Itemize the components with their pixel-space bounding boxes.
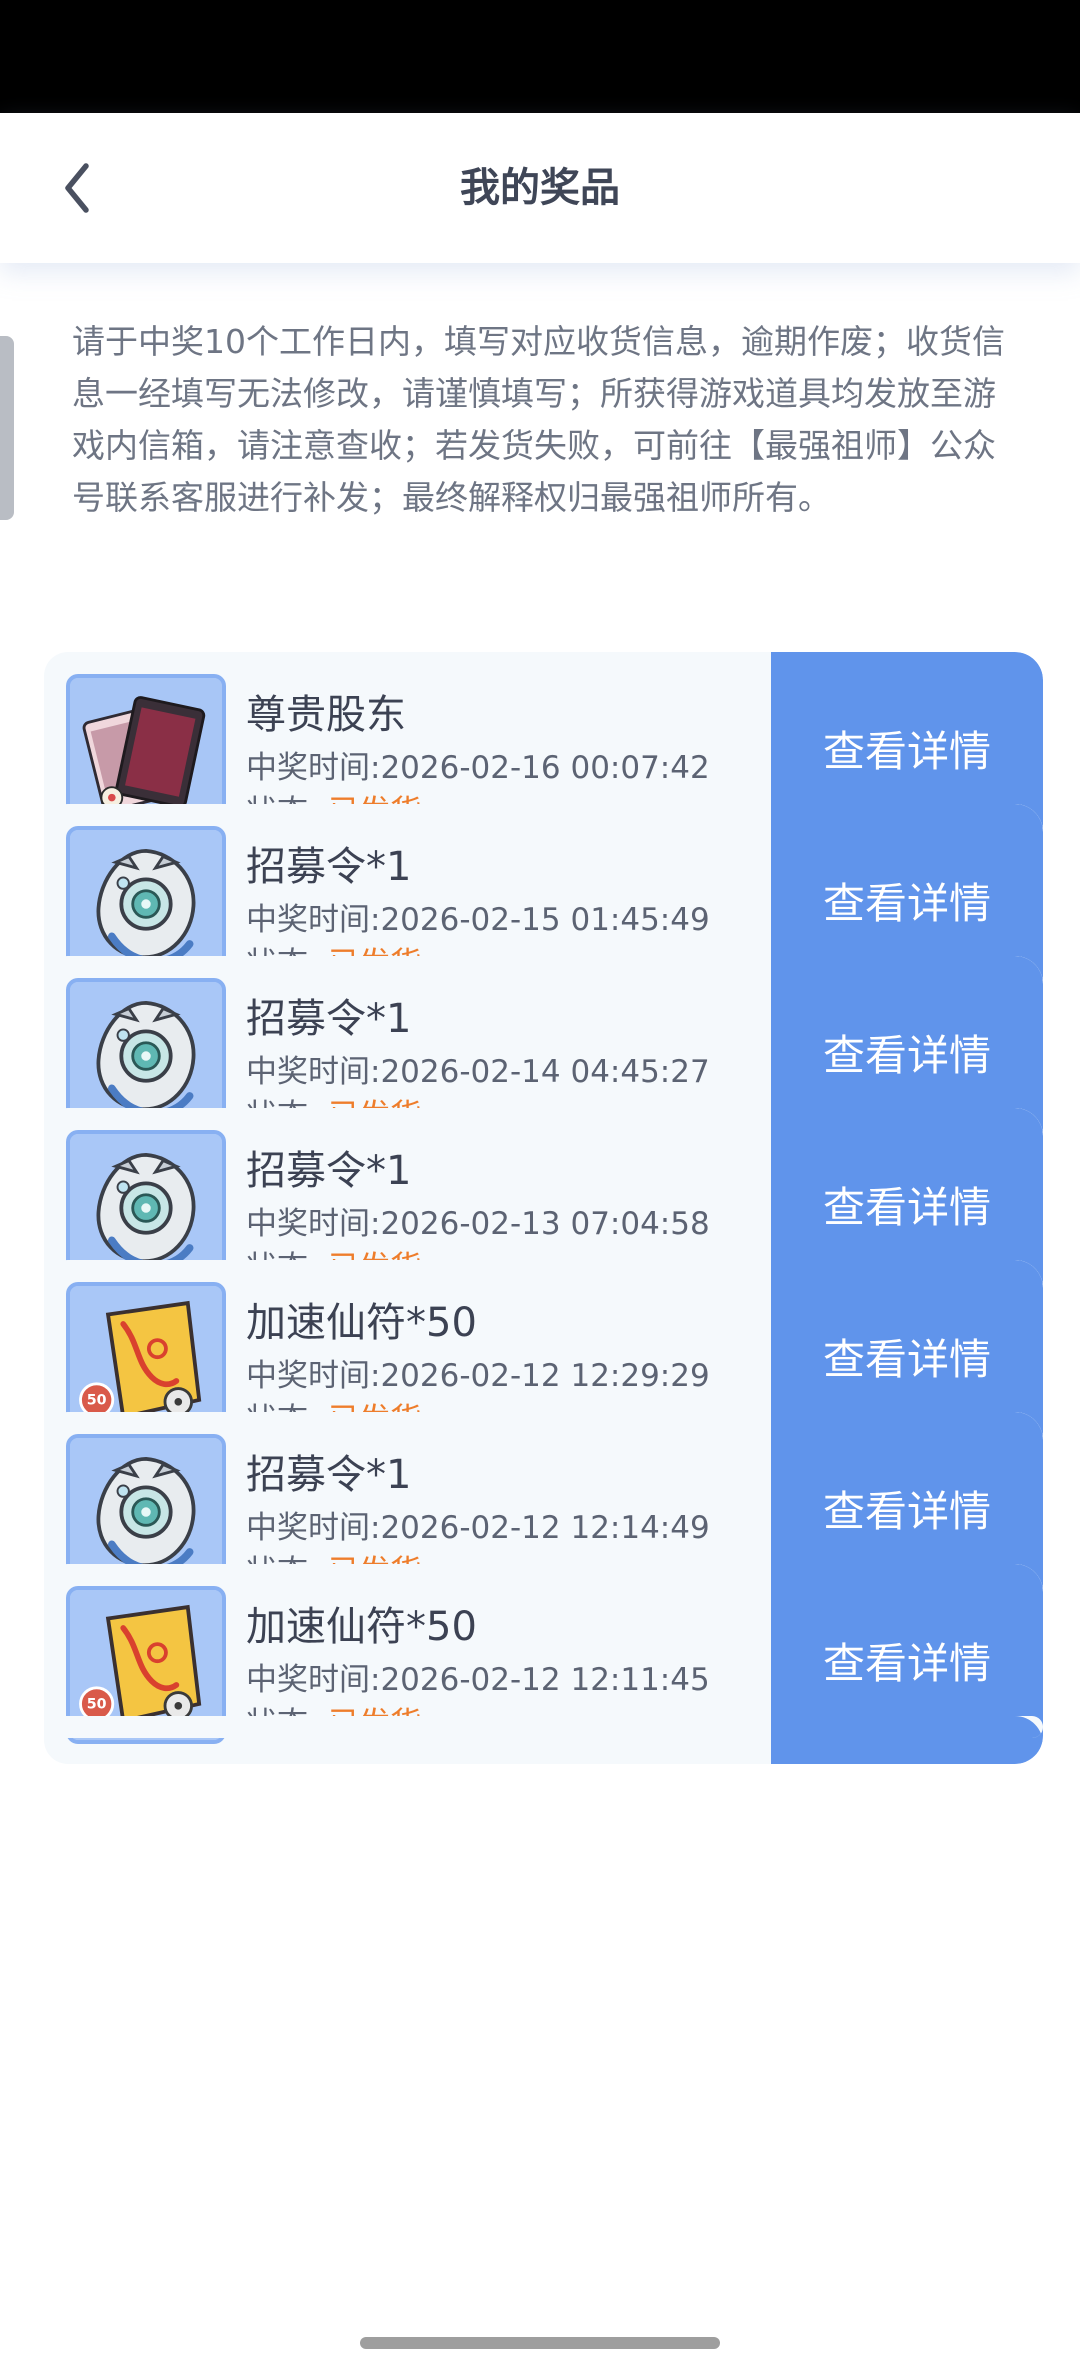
prize-time-label: 中奖时间:	[246, 1662, 381, 1698]
prize-name: 招募令*1	[246, 996, 412, 1042]
view-details-button[interactable]	[771, 1716, 1043, 1738]
notice-text: 请于中奖10个工作日内，填写对应收货信息，逾期作废；收货信息一经填写无法修改，请…	[72, 322, 1005, 517]
nav-bar: 我的奖品	[0, 113, 1080, 263]
prize-time: 中奖时间:2026-02-13 07:04:58	[246, 1198, 710, 1243]
prize-time-label: 中奖时间:	[246, 750, 381, 786]
prize-card-partial	[44, 1716, 1043, 1738]
prize-time: 中奖时间:2026-02-14 04:45:27	[246, 1046, 710, 1091]
quantity-badge: 50	[87, 1697, 107, 1713]
prize-time: 中奖时间:2026-02-15 01:45:49	[246, 894, 710, 939]
side-drawer-handle[interactable]	[0, 336, 14, 520]
prize-time-value: 2026-02-14 04:45:27	[380, 1054, 710, 1090]
status-bar	[0, 0, 1080, 113]
prize-time-label: 中奖时间:	[246, 1510, 381, 1546]
page-title: 我的奖品	[460, 165, 620, 211]
prize-time-label: 中奖时间:	[246, 1054, 381, 1090]
prize-name: 招募令*1	[246, 1452, 412, 1498]
prize-name: 招募令*1	[246, 1148, 412, 1194]
prize-name: 加速仙符*50	[246, 1300, 477, 1346]
prize-time-value: 2026-02-15 01:45:49	[380, 902, 710, 938]
quantity-badge: 50	[87, 1393, 107, 1409]
prize-time-value: 2026-02-13 07:04:58	[380, 1206, 710, 1242]
prize-time-value: 2026-02-12 12:14:49	[380, 1510, 710, 1546]
prize-name: 尊贵股东	[246, 692, 406, 738]
prize-time-label: 中奖时间:	[246, 1206, 381, 1242]
prize-time-value: 2026-02-12 12:11:45	[380, 1662, 710, 1698]
prize-time: 中奖时间:2026-02-16 00:07:42	[246, 742, 710, 787]
prize-time-value: 2026-02-12 12:29:29	[380, 1358, 710, 1394]
prize-time-label: 中奖时间:	[246, 902, 381, 938]
prize-name: 加速仙符*50	[246, 1604, 477, 1650]
prize-time: 中奖时间:2026-02-12 12:14:49	[246, 1502, 710, 1547]
home-indicator[interactable]	[360, 2337, 720, 2349]
prize-time: 中奖时间:2026-02-12 12:29:29	[246, 1350, 710, 1395]
prize-time: 中奖时间:2026-02-12 12:11:45	[246, 1654, 710, 1699]
prize-time-label: 中奖时间:	[246, 1358, 381, 1394]
prize-name: 招募令*1	[246, 844, 412, 890]
prize-time-value: 2026-02-16 00:07:42	[380, 750, 710, 786]
